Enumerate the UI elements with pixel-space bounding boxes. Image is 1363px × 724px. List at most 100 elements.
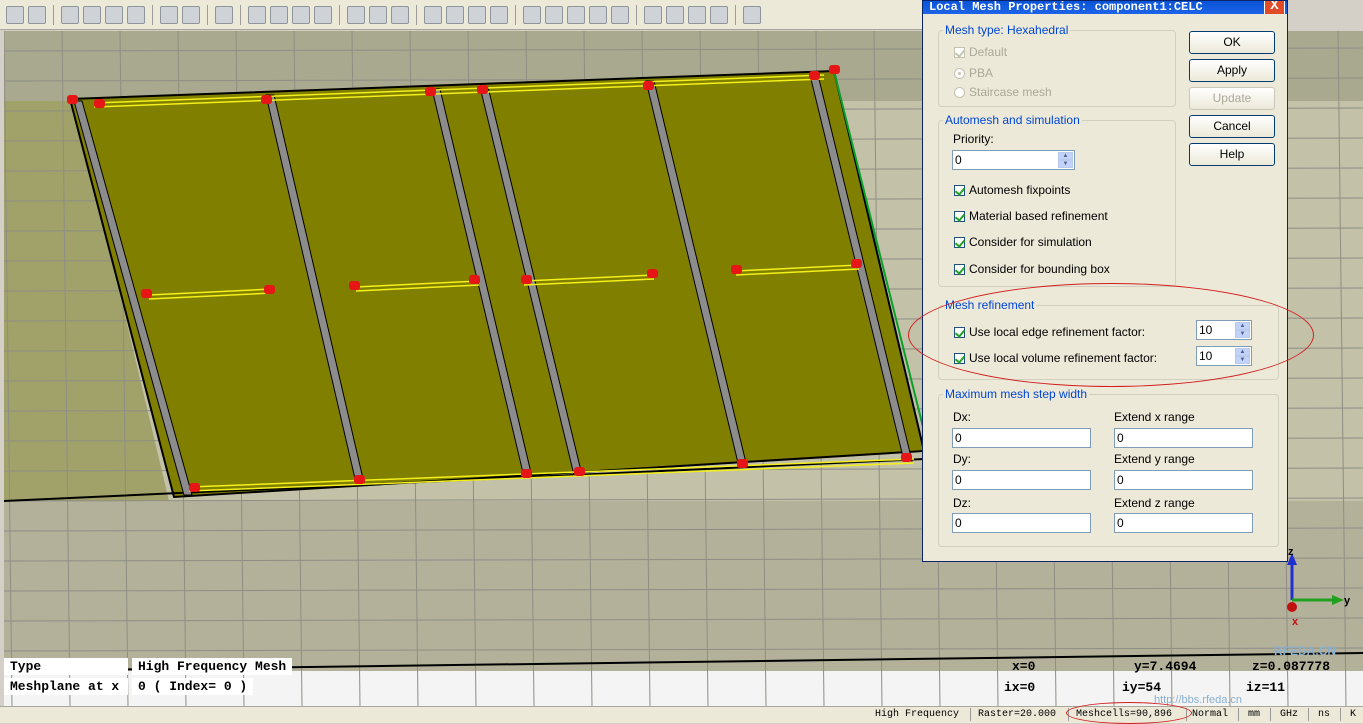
info-panel: Type High Frequency Mesh Meshplane at x …	[4, 644, 1363, 706]
staircase-radio[interactable]	[954, 86, 965, 98]
dx-input[interactable]: 0	[952, 428, 1091, 448]
circle-icon[interactable]	[567, 5, 585, 24]
extend-y-input[interactable]: 0	[1114, 470, 1253, 490]
stop-icon[interactable]	[710, 5, 728, 24]
intersect-icon[interactable]	[292, 5, 310, 24]
pencil-icon[interactable]	[644, 5, 662, 24]
zoom-icon[interactable]	[743, 5, 761, 24]
rotate-shape-icon[interactable]	[182, 5, 200, 24]
port-marker	[94, 99, 105, 108]
dialog-title-bar[interactable]: Local Mesh Properties: component1:CELC X	[923, 1, 1287, 14]
default-checkbox[interactable]	[954, 46, 965, 58]
toolbar-separator	[53, 4, 54, 25]
default-label: Default	[969, 45, 1008, 59]
toolbar-separator	[735, 4, 736, 25]
pba-radio-row[interactable]: PBA	[954, 66, 993, 80]
pan-icon[interactable]	[28, 5, 46, 24]
simulation-checkbox[interactable]	[954, 236, 965, 248]
polyline-icon[interactable]	[545, 5, 563, 24]
status-mode: Normal	[1192, 709, 1229, 720]
priority-spinner[interactable]: ▲ ▼	[1058, 152, 1073, 168]
transform-icon[interactable]	[215, 5, 233, 24]
local-mesh-properties-dialog: Local Mesh Properties: component1:CELC X…	[922, 0, 1288, 562]
status-time-unit: ns	[1318, 709, 1331, 720]
z-coordinate: z=0.087778	[1252, 659, 1331, 674]
bbox-row[interactable]: Consider for bounding box	[954, 262, 1110, 276]
priority-input[interactable]: 0 ▲ ▼	[952, 150, 1075, 170]
fixpoints-checkbox[interactable]	[954, 184, 965, 196]
fixpoints-row[interactable]: Automesh fixpoints	[954, 183, 1070, 197]
port-marker	[574, 467, 585, 476]
pick-face-icon[interactable]	[391, 5, 409, 24]
meshplane-value: 0 ( Index= 0 )	[132, 678, 254, 695]
status-raster: Raster=20.000	[978, 709, 1057, 720]
port-marker	[354, 475, 365, 484]
dy-label: Dy:	[953, 452, 971, 466]
refinement-highlight-ellipse	[908, 283, 1314, 387]
dialog-title: Local Mesh Properties: component1:CELC	[929, 1, 1203, 14]
toolbar-separator	[240, 4, 241, 25]
ok-button[interactable]: OK	[1189, 31, 1275, 54]
bbox-label: Consider for bounding box	[969, 262, 1110, 276]
close-icon[interactable]: X	[1264, 1, 1285, 14]
port-marker	[264, 285, 275, 294]
update-button[interactable]: Update	[1189, 87, 1275, 110]
mesh-local-icon[interactable]	[490, 5, 508, 24]
line-icon[interactable]	[523, 5, 541, 24]
pba-radio[interactable]	[954, 67, 965, 79]
mesh-refine-icon[interactable]	[468, 5, 486, 24]
port-marker	[189, 483, 200, 492]
arc-icon[interactable]	[589, 5, 607, 24]
new-brick-icon[interactable]	[61, 5, 79, 24]
port-marker	[261, 95, 272, 104]
insert-icon[interactable]	[314, 5, 332, 24]
status-temp-unit: K	[1350, 709, 1357, 720]
dx-value: 0	[955, 431, 962, 445]
new-cylinder-icon[interactable]	[105, 5, 123, 24]
cut-icon[interactable]	[666, 5, 684, 24]
add-icon[interactable]	[248, 5, 266, 24]
spline-icon[interactable]	[611, 5, 629, 24]
port-marker	[349, 281, 360, 290]
mesh-properties-icon[interactable]	[446, 5, 464, 24]
material-row[interactable]: Material based refinement	[954, 209, 1108, 223]
help-button[interactable]: Help	[1189, 143, 1275, 166]
fixpoints-label: Automesh fixpoints	[969, 183, 1071, 197]
pba-label: PBA	[969, 66, 994, 80]
simulation-row[interactable]: Consider for simulation	[954, 235, 1092, 249]
automesh-legend: Automesh and simulation	[945, 113, 1080, 127]
bbox-checkbox[interactable]	[954, 263, 965, 275]
toolbar-separator	[207, 4, 208, 25]
new-cone-icon[interactable]	[127, 5, 145, 24]
new-sphere-icon[interactable]	[83, 5, 101, 24]
meshcells-highlight-ellipse	[1066, 702, 1192, 724]
port-marker	[901, 453, 912, 462]
cancel-button[interactable]: Cancel	[1189, 115, 1275, 138]
subtract-icon[interactable]	[270, 5, 288, 24]
status-freq-unit: GHz	[1280, 709, 1299, 720]
extend-x-input[interactable]: 0	[1114, 428, 1253, 448]
delete-icon[interactable]	[688, 5, 706, 24]
mesh-view-icon[interactable]	[424, 5, 442, 24]
extrude-icon[interactable]	[160, 5, 178, 24]
apply-button[interactable]: Apply	[1189, 59, 1275, 82]
pick-edge-icon[interactable]	[369, 5, 387, 24]
extend-z-value: 0	[1117, 516, 1124, 530]
port-marker	[521, 469, 532, 478]
dz-input[interactable]: 0	[952, 513, 1091, 533]
toolbar-separator	[636, 4, 637, 25]
rotate-icon[interactable]	[6, 5, 24, 24]
dy-value: 0	[955, 473, 962, 487]
pick-point-icon[interactable]	[347, 5, 365, 24]
default-checkbox-row[interactable]: Default	[954, 45, 1007, 59]
extend-z-input[interactable]: 0	[1114, 513, 1253, 533]
dy-input[interactable]: 0	[952, 470, 1091, 490]
iy-index: iy=54	[1122, 680, 1162, 695]
port-marker	[829, 65, 840, 74]
dz-value: 0	[955, 516, 962, 530]
staircase-radio-row[interactable]: Staircase mesh	[954, 85, 1052, 99]
dz-label: Dz:	[953, 496, 971, 510]
type-value: High Frequency Mesh	[132, 658, 293, 675]
priority-label: Priority:	[953, 132, 994, 146]
material-checkbox[interactable]	[954, 210, 965, 222]
